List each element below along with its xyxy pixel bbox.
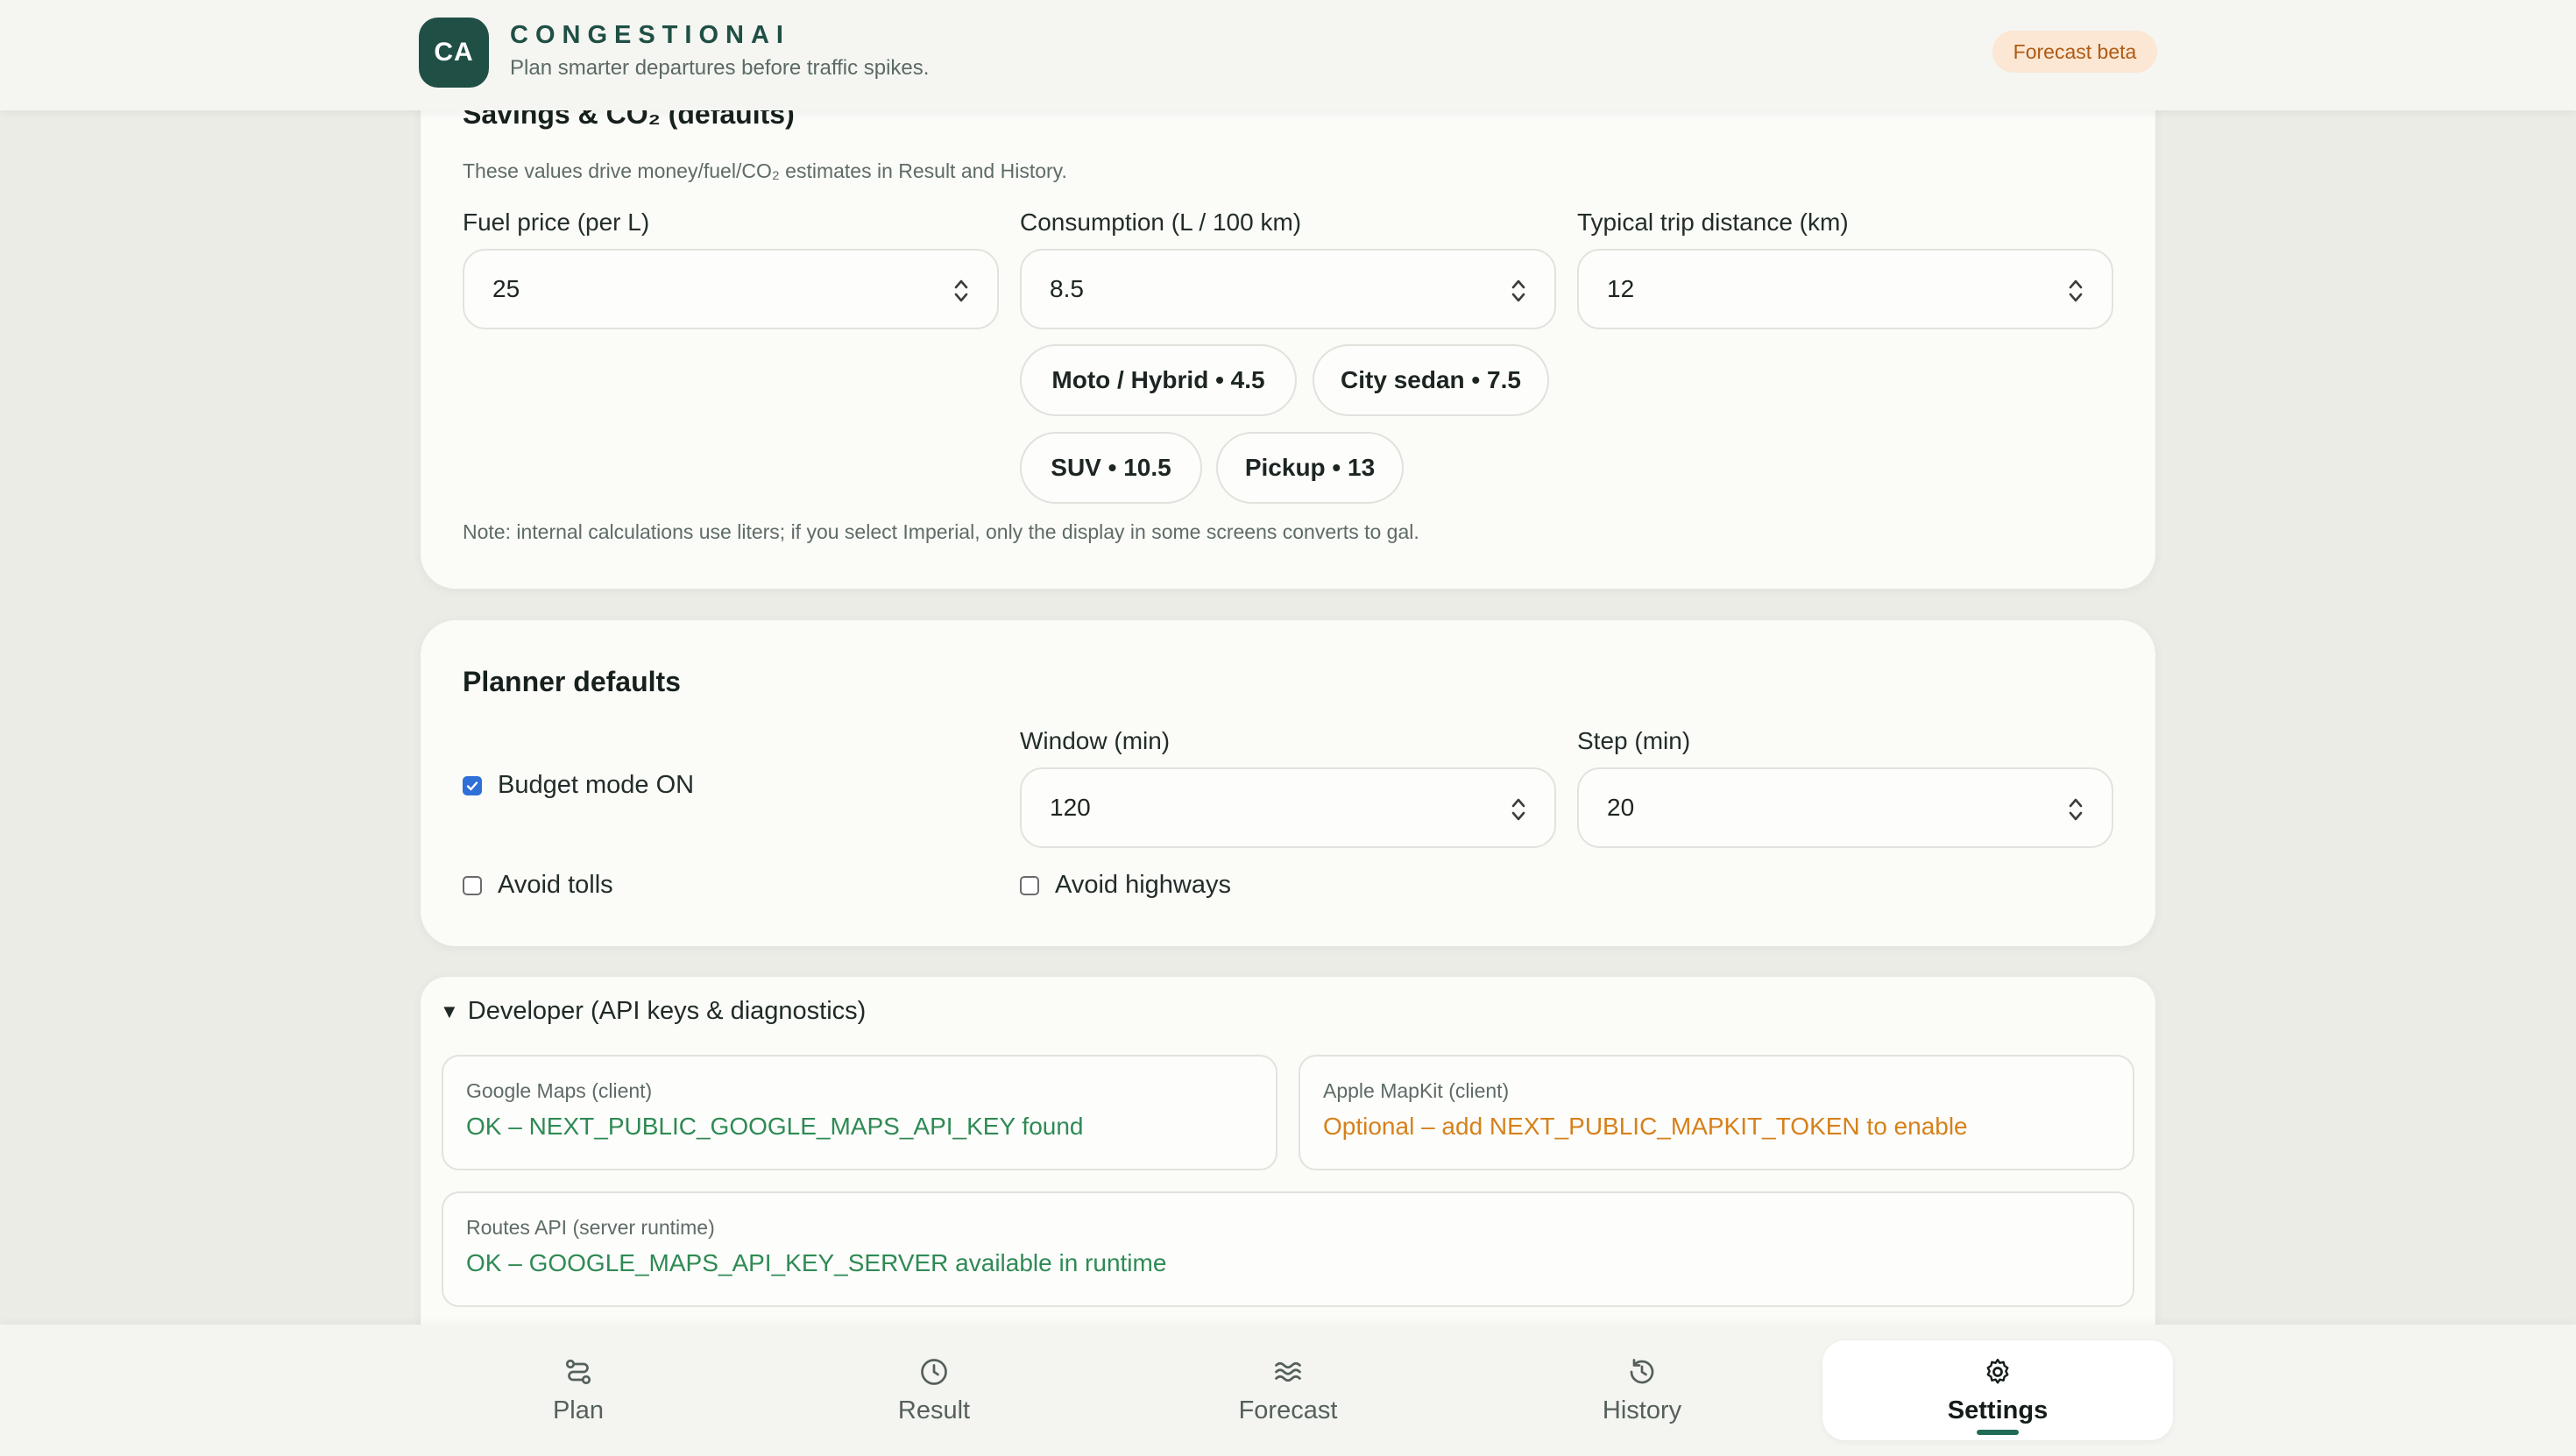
nav-label-result: Result bbox=[897, 1396, 971, 1424]
avoid-highways-toggle[interactable]: Avoid highways bbox=[1020, 871, 1231, 900]
budget-mode-label: Budget mode ON bbox=[498, 771, 695, 799]
stepper-icon[interactable] bbox=[2066, 794, 2085, 825]
savings-hint: These values drive money/fuel/CO₂ estima… bbox=[463, 159, 1067, 182]
routes-api-status-text: OK – GOOGLE_MAPS_API_KEY_SERVER availabl… bbox=[466, 1249, 1167, 1276]
preset-chip-city-sedan[interactable]: City sedan • 7.5 bbox=[1313, 344, 1549, 416]
nav-label-forecast: Forecast bbox=[1238, 1396, 1338, 1424]
trip-distance-value: 12 bbox=[1607, 275, 1635, 302]
fuel-price-value: 25 bbox=[492, 275, 520, 302]
developer-summary-label: Developer (API keys & diagnostics) bbox=[467, 997, 867, 1025]
app-name: CONGESTIONAI bbox=[510, 21, 790, 49]
window-value: 120 bbox=[1050, 794, 1091, 821]
avoid-tolls-label: Avoid tolls bbox=[498, 871, 613, 899]
routes-api-label: Routes API (server runtime) bbox=[466, 1216, 715, 1239]
nav-label-settings: Settings bbox=[1947, 1396, 2049, 1424]
developer-summary[interactable]: ▼ Developer (API keys & diagnostics) bbox=[440, 997, 866, 1026]
stepper-icon[interactable] bbox=[2066, 275, 2085, 307]
budget-mode-toggle[interactable]: Budget mode ON bbox=[463, 771, 694, 800]
fuel-price-label: Fuel price (per L) bbox=[463, 209, 650, 236]
nav-tab-forecast[interactable]: Forecast bbox=[1113, 1340, 1463, 1440]
trip-distance-input[interactable]: 12 bbox=[1577, 249, 2113, 329]
avoid-tolls-checkbox[interactable] bbox=[463, 875, 482, 895]
gear-icon bbox=[1986, 1358, 2009, 1383]
forecast-beta-badge: Forecast beta bbox=[1992, 31, 2157, 73]
app-header: CA CONGESTIONAI Plan smarter departures … bbox=[0, 0, 2576, 110]
units-note: Note: internal calculations use liters; … bbox=[463, 520, 1419, 543]
disclosure-triangle-icon: ▼ bbox=[440, 1000, 459, 1022]
stepper-icon[interactable] bbox=[1509, 794, 1528, 825]
window-input[interactable]: 120 bbox=[1020, 767, 1556, 848]
consumption-input[interactable]: 8.5 bbox=[1020, 249, 1556, 329]
stepper-icon[interactable] bbox=[1509, 275, 1528, 307]
preset-chip-moto-hybrid[interactable]: Moto / Hybrid • 4.5 bbox=[1020, 344, 1297, 416]
google-maps-status-text: OK – NEXT_PUBLIC_GOOGLE_MAPS_API_KEY fou… bbox=[466, 1113, 1084, 1140]
history-icon bbox=[1630, 1358, 1654, 1383]
avoid-highways-checkbox[interactable] bbox=[1020, 875, 1039, 895]
app-logo: CA bbox=[419, 18, 489, 88]
nav-tab-result[interactable]: Result bbox=[759, 1340, 1109, 1440]
fuel-price-input[interactable]: 25 bbox=[463, 249, 999, 329]
step-label: Step (min) bbox=[1577, 727, 1691, 754]
step-input[interactable]: 20 bbox=[1577, 767, 2113, 848]
routes-api-status: Routes API (server runtime) OK – GOOGLE_… bbox=[442, 1191, 2134, 1307]
nav-label-plan: Plan bbox=[552, 1396, 605, 1424]
preset-chip-pickup[interactable]: Pickup • 13 bbox=[1216, 432, 1404, 504]
active-tab-indicator bbox=[1977, 1430, 2019, 1435]
consumption-label: Consumption (L / 100 km) bbox=[1020, 209, 1302, 236]
window-label: Window (min) bbox=[1020, 727, 1171, 754]
apple-mapkit-status: Apple MapKit (client) Optional – add NEX… bbox=[1299, 1055, 2134, 1170]
step-value: 20 bbox=[1607, 794, 1635, 821]
preset-chip-suv[interactable]: SUV • 10.5 bbox=[1020, 432, 1202, 504]
nav-tab-settings[interactable]: Settings bbox=[1822, 1340, 2173, 1440]
bottom-navigation: Plan Result Forecast History Settings bbox=[0, 1325, 2576, 1456]
apple-mapkit-label: Apple MapKit (client) bbox=[1323, 1079, 1510, 1102]
apple-mapkit-status-text: Optional – add NEXT_PUBLIC_MAPKIT_TOKEN … bbox=[1323, 1113, 1968, 1140]
stepper-icon[interactable] bbox=[952, 275, 971, 307]
check-icon bbox=[466, 781, 478, 790]
google-maps-status: Google Maps (client) OK – NEXT_PUBLIC_GO… bbox=[442, 1055, 1277, 1170]
google-maps-label: Google Maps (client) bbox=[466, 1079, 653, 1102]
app-tagline: Plan smarter departures before traffic s… bbox=[510, 56, 930, 80]
budget-mode-checkbox[interactable] bbox=[463, 775, 482, 795]
nav-tab-history[interactable]: History bbox=[1467, 1340, 1817, 1440]
clock-icon bbox=[921, 1358, 947, 1385]
nav-label-history: History bbox=[1602, 1396, 1682, 1424]
planner-title: Planner defaults bbox=[463, 666, 681, 697]
waves-icon bbox=[1275, 1361, 1301, 1382]
avoid-highways-label: Avoid highways bbox=[1055, 871, 1231, 899]
route-icon bbox=[565, 1359, 591, 1384]
trip-distance-label: Typical trip distance (km) bbox=[1577, 209, 1849, 236]
avoid-tolls-toggle[interactable]: Avoid tolls bbox=[463, 871, 613, 900]
consumption-value: 8.5 bbox=[1050, 275, 1084, 302]
nav-tab-plan[interactable]: Plan bbox=[403, 1340, 754, 1440]
